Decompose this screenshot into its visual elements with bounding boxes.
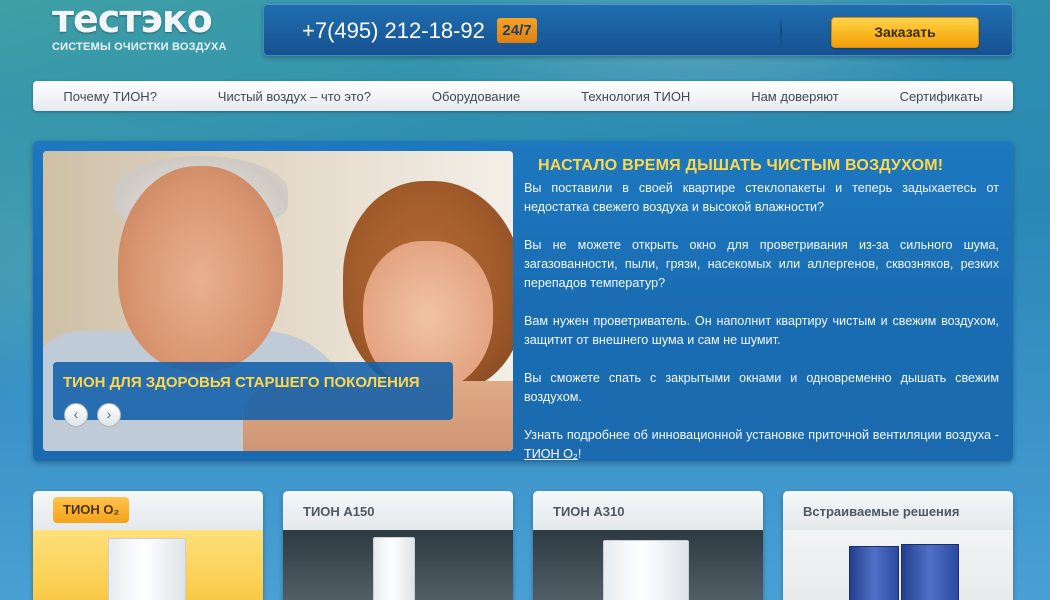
tion-o2-link[interactable]: ТИОН O₂ — [524, 447, 578, 461]
nav-item-equipment[interactable]: Оборудование — [432, 89, 520, 104]
nav-item-certificates[interactable]: Сертификаты — [900, 89, 983, 104]
hero-paragraph: Вы поставили в своей квартире стеклопаке… — [524, 181, 999, 214]
nav-item-clean-air[interactable]: Чистый воздух – что это? — [218, 89, 371, 104]
slider-prev-button[interactable]: ‹ — [64, 403, 88, 427]
hero-more-suffix: ! — [577, 447, 582, 461]
nav-item-technology[interactable]: Технология ТИОН — [581, 89, 690, 104]
hero-paragraph: Вы не можете открыть окно для проветрива… — [524, 238, 999, 290]
product-title: ТИОН O₂ — [53, 497, 130, 523]
product-card-tion-a150[interactable]: ТИОН А150 — [283, 491, 513, 600]
nav-item-why-tion[interactable]: Почему ТИОН? — [63, 89, 157, 104]
slide-caption-text: ТИОН ДЛЯ ЗДОРОВЬЯ СТАРШЕГО ПОКОЛЕНИЯ — [63, 374, 420, 391]
device-icon — [849, 546, 899, 600]
product-image — [33, 530, 263, 600]
product-image — [533, 530, 763, 600]
hero-heading: НАСТАЛО ВРЕМЯ ДЫШАТЬ ЧИСТЫМ ВОЗДУХОМ! — [538, 157, 944, 174]
main-nav: Почему ТИОН? Чистый воздух – что это? Об… — [33, 81, 1013, 111]
device-icon — [108, 538, 186, 600]
product-title: Встраиваемые решения — [803, 504, 960, 519]
product-image — [783, 530, 1013, 600]
product-card-embedded[interactable]: Встраиваемые решения — [783, 491, 1013, 600]
product-title: ТИОН А310 — [553, 504, 625, 519]
hero-panel: ТИОН ДЛЯ ЗДОРОВЬЯ СТАРШЕГО ПОКОЛЕНИЯ ‹ ›… — [33, 141, 1013, 461]
product-image — [283, 530, 513, 600]
logo-title: тестэко — [52, 0, 213, 41]
contact-bar: +7(495) 212-18-92 24/7 Заказать — [263, 3, 1013, 56]
hero-more-paragraph: Узнать подробнее об инновационной устано… — [524, 426, 999, 461]
hero-text: Вы поставили в своей квартире стеклопаке… — [524, 179, 999, 461]
slider-next-button[interactable]: › — [97, 403, 121, 427]
logo-subtitle: СИСТЕМЫ ОЧИСТКИ ВОЗДУХА — [52, 41, 227, 53]
hero-more-text: Узнать подробнее об инновационной устано… — [524, 428, 999, 442]
product-card-tion-a310[interactable]: ТИОН А310 — [533, 491, 763, 600]
slider-image: ТИОН ДЛЯ ЗДОРОВЬЯ СТАРШЕГО ПОКОЛЕНИЯ ‹ › — [43, 151, 513, 451]
nav-item-trust[interactable]: Нам доверяют — [751, 89, 839, 104]
hero-paragraph: Вы сможете спать с закрытыми окнами и од… — [524, 371, 999, 404]
device-icon — [373, 537, 415, 600]
site-logo[interactable]: тестэко СИСТЕМЫ ОЧИСТКИ ВОЗДУХА — [52, 0, 227, 53]
product-card-tion-o2[interactable]: ТИОН O₂ — [33, 491, 263, 600]
device-icon — [603, 540, 689, 600]
order-button[interactable]: Заказать — [831, 17, 979, 48]
hero-paragraph: Вам нужен проветриватель. Он наполнит кв… — [524, 314, 999, 347]
device-icon — [901, 544, 959, 600]
availability-badge: 24/7 — [497, 18, 537, 43]
divider — [780, 14, 782, 48]
phone-number[interactable]: +7(495) 212-18-92 — [302, 18, 485, 44]
product-title: ТИОН А150 — [303, 504, 375, 519]
